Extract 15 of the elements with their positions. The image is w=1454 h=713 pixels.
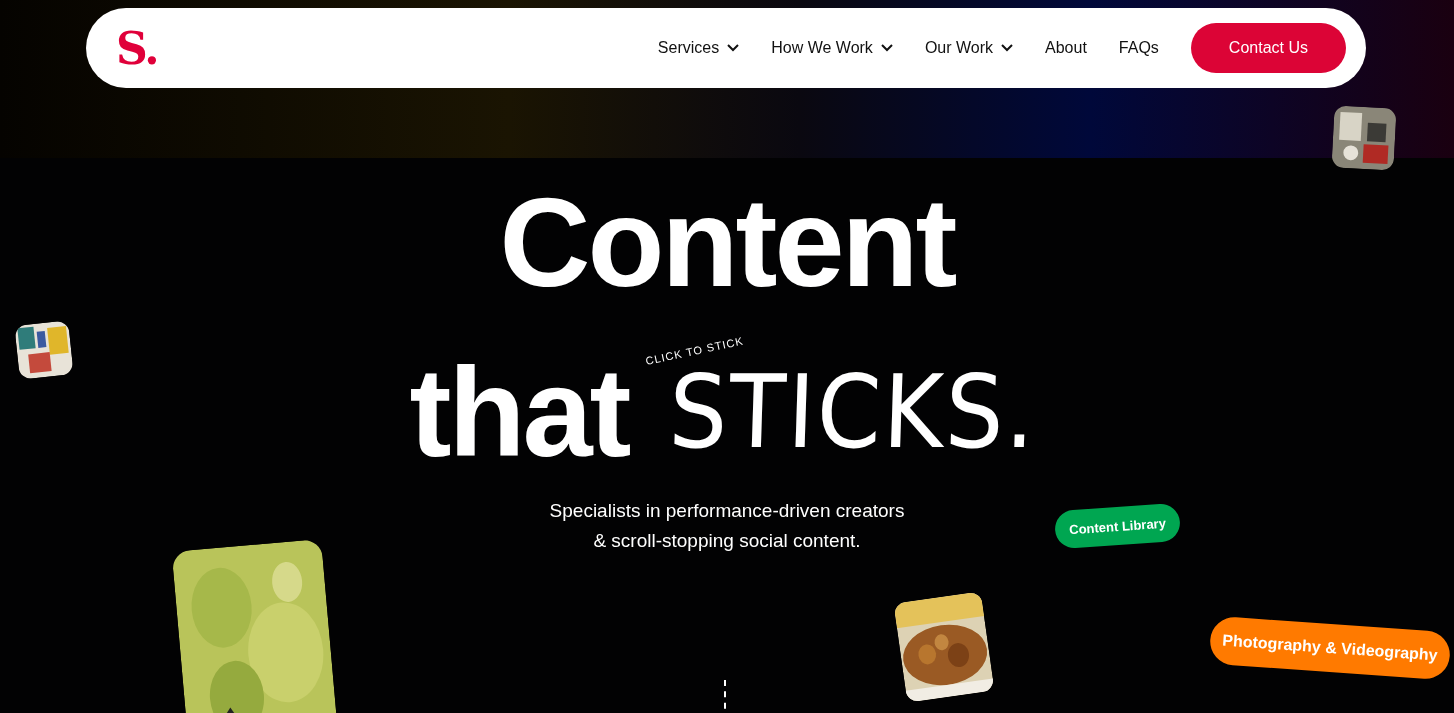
chevron-down-icon: [880, 44, 893, 52]
chevron-down-icon: [727, 44, 740, 52]
nav-link[interactable]: Our Work: [924, 39, 1014, 57]
nav-link[interactable]: FAQs: [1118, 39, 1159, 57]
subtitle: Specialists in performance-driven creators & scroll-stopping social content.: [549, 499, 905, 553]
nav-link[interactable]: About: [1045, 39, 1087, 57]
logo[interactable]: S.: [116, 22, 158, 74]
contact-button[interactable]: Contact Us: [1190, 23, 1346, 73]
hint-text: CLICK TO STICK: [644, 334, 745, 367]
nav-link[interactable]: Services: [657, 39, 740, 57]
chevron-down-icon: [1001, 44, 1014, 52]
nav-link[interactable]: How We Work: [771, 39, 893, 57]
headline: Content: [499, 184, 955, 302]
handwritten-word[interactable]: STICKS.: [667, 365, 1038, 461]
headline: that: [409, 348, 629, 478]
